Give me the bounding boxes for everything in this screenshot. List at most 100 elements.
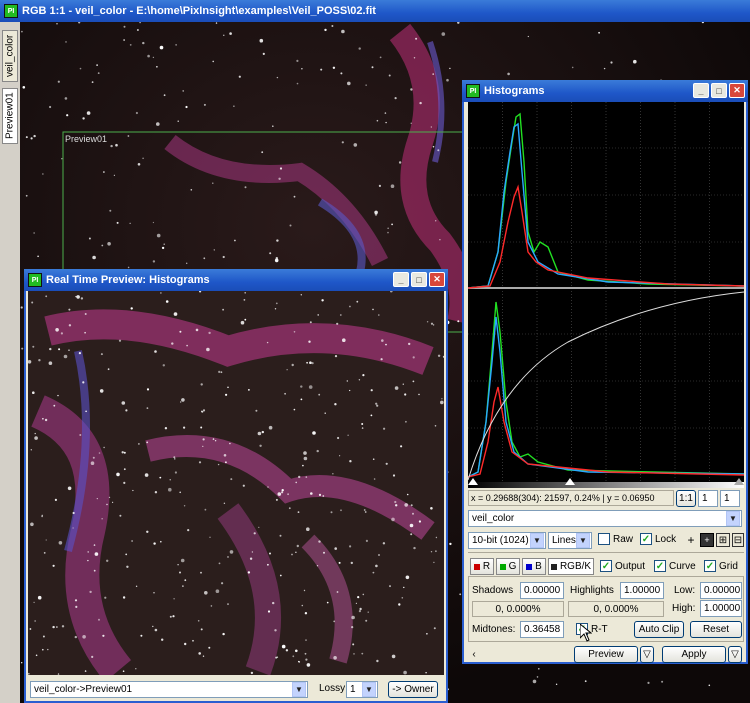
grid-checkbox[interactable]: ✓ Grid xyxy=(704,560,738,572)
resolution-select[interactable]: 10-bit (1024) ▼ xyxy=(468,532,546,549)
star xyxy=(204,508,207,511)
star xyxy=(182,90,184,92)
star xyxy=(33,601,35,604)
star xyxy=(441,398,443,400)
output-checkbox[interactable]: ✓ Output xyxy=(600,560,645,572)
shadows-input[interactable]: 0.00000 xyxy=(520,582,564,599)
close-icon[interactable]: ✕ xyxy=(429,272,445,287)
midtones-slider-handle[interactable] xyxy=(565,478,575,485)
histogram-plot[interactable] xyxy=(468,102,744,482)
star xyxy=(255,409,258,412)
main-window-titlebar[interactable]: PI RGB 1:1 - veil_color - E:\home\PixIns… xyxy=(0,0,750,22)
star xyxy=(304,652,307,655)
channel-tab-g[interactable]: G xyxy=(496,558,520,575)
zoom-vertical-input[interactable]: 1 xyxy=(720,490,740,507)
shadows-slider-handle[interactable] xyxy=(468,478,478,485)
star xyxy=(381,339,384,342)
star xyxy=(269,252,272,255)
owner-button[interactable]: -> Owner xyxy=(388,681,438,698)
chevron-down-icon: ▼ xyxy=(726,511,740,526)
lossy-select[interactable]: 1 ▼ xyxy=(346,681,378,698)
star xyxy=(708,684,711,687)
star xyxy=(84,331,86,334)
star xyxy=(184,642,187,646)
highlights-input[interactable]: 1.00000 xyxy=(620,582,664,599)
highlights-slider-handle[interactable] xyxy=(734,478,744,485)
side-tab-preview01[interactable]: Preview01 xyxy=(2,88,18,144)
star xyxy=(72,527,74,529)
low-input[interactable]: 0.00000 xyxy=(700,582,742,599)
star xyxy=(305,476,308,478)
zoom-horizontal-input[interactable]: 1 xyxy=(698,490,718,507)
star xyxy=(156,122,160,126)
star xyxy=(419,101,422,105)
star xyxy=(75,605,78,608)
close-icon[interactable]: ✕ xyxy=(729,83,745,98)
star xyxy=(101,518,103,520)
star xyxy=(47,648,49,651)
star xyxy=(317,314,320,316)
plus-icon[interactable]: + xyxy=(684,533,698,547)
autoclip-button[interactable]: Auto Clip xyxy=(634,621,684,638)
side-tab-veil-color[interactable]: veil_color xyxy=(2,30,18,82)
apply-dropdown-button[interactable]: ▽ xyxy=(728,646,742,663)
minimize-icon[interactable]: _ xyxy=(693,83,709,98)
star xyxy=(203,257,206,260)
star xyxy=(433,627,436,630)
star xyxy=(204,591,208,595)
star xyxy=(387,227,389,229)
star xyxy=(432,73,435,75)
zoom-1to1-button[interactable]: 1:1 xyxy=(676,490,696,507)
star xyxy=(202,438,205,441)
plot-mode-icon[interactable]: + xyxy=(700,533,714,547)
preview-dropdown-button[interactable]: ▽ xyxy=(640,646,654,663)
scroll-left-icon[interactable]: ‹ xyxy=(468,646,480,662)
maximize-icon[interactable]: □ xyxy=(411,272,427,287)
minimize-icon[interactable]: _ xyxy=(393,272,409,287)
star xyxy=(358,47,361,50)
rtp-image[interactable] xyxy=(28,291,444,675)
star xyxy=(598,31,600,34)
channel-tab-b[interactable]: B xyxy=(522,558,546,575)
histograms-titlebar[interactable]: PI Histograms _ □ ✕ xyxy=(462,80,748,102)
preview-button[interactable]: Preview xyxy=(574,646,638,663)
view-select[interactable]: veil_color ▼ xyxy=(468,510,742,527)
star xyxy=(412,356,415,359)
star xyxy=(303,589,306,592)
curve-checkbox[interactable]: ✓ Curve xyxy=(654,560,696,572)
rtp-titlebar[interactable]: PI Real Time Preview: Histograms _ □ ✕ xyxy=(24,269,448,291)
star xyxy=(278,177,281,180)
star xyxy=(296,82,299,85)
star xyxy=(340,72,343,75)
star xyxy=(160,292,162,294)
raw-checkbox[interactable]: Raw xyxy=(598,533,633,545)
star xyxy=(122,596,126,599)
star xyxy=(186,344,188,347)
rtp-view-select[interactable]: veil_color->Preview01 ▼ xyxy=(30,681,308,698)
reset-button[interactable]: Reset xyxy=(690,621,742,638)
star xyxy=(103,171,105,173)
split-view-icon[interactable]: ⊟ xyxy=(732,533,744,547)
grid-view-icon[interactable]: ⊞ xyxy=(716,533,730,547)
midtones-input[interactable]: 0.36458 xyxy=(520,621,564,638)
checkmark-icon: ✓ xyxy=(600,560,612,572)
star xyxy=(129,222,131,224)
star xyxy=(37,595,42,600)
channel-tab-rgbk[interactable]: RGB/K xyxy=(548,558,594,575)
maximize-icon[interactable]: □ xyxy=(711,83,727,98)
midtones-slider-track[interactable] xyxy=(468,482,744,488)
star xyxy=(410,122,412,124)
star xyxy=(321,299,324,302)
apply-button[interactable]: Apply xyxy=(662,646,726,663)
lock-checkbox[interactable]: ✓ Lock xyxy=(640,533,676,545)
star xyxy=(89,590,92,594)
star xyxy=(532,679,537,684)
star xyxy=(92,255,96,260)
star xyxy=(418,393,420,396)
channel-tab-r[interactable]: R xyxy=(470,558,494,575)
high-input[interactable]: 1.00000 xyxy=(700,600,742,617)
star xyxy=(403,586,405,589)
star xyxy=(302,464,304,467)
graph-style-select[interactable]: Lines ▼ xyxy=(548,532,592,549)
checkbox-icon xyxy=(598,533,610,545)
